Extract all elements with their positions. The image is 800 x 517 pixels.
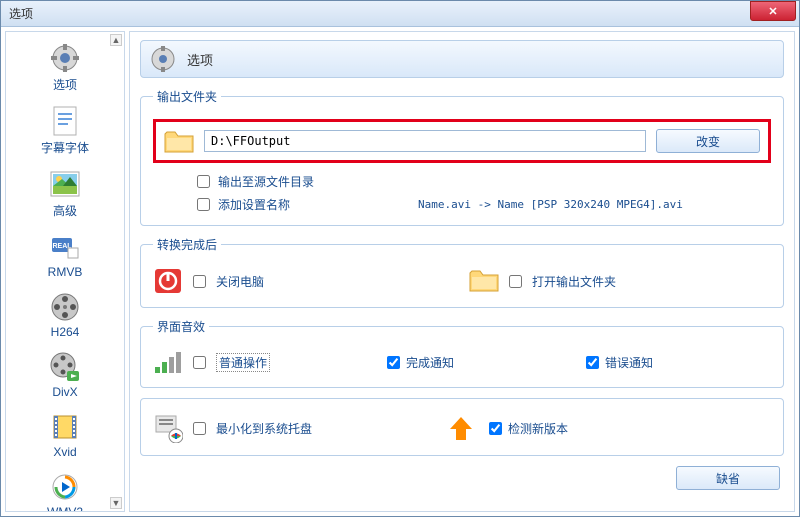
after-row: 关闭电脑 打开输出文件夹: [153, 267, 771, 295]
label-output-source: 输出至源文件目录: [218, 173, 314, 190]
film-reel-green-icon: [49, 351, 81, 383]
scroll-up-icon[interactable]: ▲: [110, 34, 122, 46]
sidebar-item-label: DivX: [52, 385, 77, 399]
row-output-source: 输出至源文件目录: [197, 173, 771, 190]
folder-icon: [164, 128, 194, 154]
output-path-highlight: 改变: [153, 119, 771, 163]
sidebar-item-label: WMV2: [47, 505, 83, 511]
sidebar-item-label: 高级: [53, 202, 77, 219]
sound-row: 普通操作 完成通知 错误通知: [153, 349, 771, 375]
client-area: ▲ 选项 字幕字体 高级: [1, 27, 799, 516]
options-icon: [49, 42, 81, 74]
signal-bars-icon: [153, 349, 183, 375]
change-button[interactable]: 改变: [656, 129, 760, 153]
power-icon: [153, 267, 183, 295]
sidebar-item-label: 选项: [53, 76, 77, 93]
after-legend: 转换完成后: [153, 236, 221, 253]
checkbox-shutdown[interactable]: [193, 275, 206, 288]
sidebar: ▲ 选项 字幕字体 高级: [5, 31, 125, 512]
after-open-folder: 打开输出文件夹: [469, 267, 771, 295]
close-button[interactable]: ✕: [750, 1, 796, 21]
label-done-notify: 完成通知: [406, 354, 454, 371]
sidebar-item-label: Xvid: [53, 445, 76, 459]
arrow-up-icon: [447, 414, 475, 442]
checkbox-minimize-tray[interactable]: [193, 422, 206, 435]
checkbox-output-source[interactable]: [197, 175, 210, 188]
output-folder-group: 输出文件夹 改变 输出至源文件目录 添加设置名称 Name.avi -> Nam…: [140, 88, 784, 226]
sidebar-list: 选项 字幕字体 高级 REAL: [6, 32, 124, 511]
sidebar-item-h264[interactable]: H264: [6, 287, 124, 347]
label-error-notify: 错误通知: [605, 354, 653, 371]
window-title: 选项: [9, 5, 33, 22]
output-legend: 输出文件夹: [153, 88, 221, 105]
sidebar-item-subtitle-font[interactable]: 字幕字体: [6, 101, 124, 164]
sidebar-item-label: RMVB: [48, 265, 83, 279]
tray-min: 最小化到系统托盘: [153, 413, 433, 443]
sidebar-item-options[interactable]: 选项: [6, 38, 124, 101]
sidebar-item-advanced[interactable]: 高级: [6, 164, 124, 227]
default-button[interactable]: 缺省: [676, 466, 780, 490]
misc-group: 最小化到系统托盘 检测新版本: [140, 398, 784, 456]
tray-row: 最小化到系统托盘 检测新版本: [153, 413, 771, 443]
panel-header: 选项: [140, 40, 784, 78]
checkbox-add-preset[interactable]: [197, 198, 210, 211]
checkbox-check-update[interactable]: [489, 422, 502, 435]
document-icon: [49, 105, 81, 137]
after-convert-group: 转换完成后 关闭电脑 打开输出文件夹: [140, 236, 784, 308]
sidebar-item-divx[interactable]: DivX: [6, 347, 124, 407]
sound-legend: 界面音效: [153, 318, 209, 335]
label-add-preset: 添加设置名称: [218, 196, 290, 213]
sound-done-notify: 完成通知: [387, 354, 572, 371]
sound-error-notify: 错误通知: [586, 354, 771, 371]
label-minimize-tray: 最小化到系统托盘: [216, 420, 312, 437]
sound-normal-op: 普通操作: [153, 349, 373, 375]
label-check-update: 检测新版本: [508, 420, 568, 437]
film-reel-icon: [49, 291, 81, 323]
panel-title: 选项: [187, 50, 213, 69]
tray-icon: [153, 413, 183, 443]
update-check: 检测新版本: [489, 420, 568, 437]
label-normal-op: 普通操作: [216, 353, 270, 372]
film-strip-icon: [49, 411, 81, 443]
options-header-icon: [149, 45, 177, 73]
label-open-folder: 打开输出文件夹: [532, 273, 616, 290]
output-path-input[interactable]: [204, 130, 646, 152]
titlebar[interactable]: 选项 ✕: [1, 1, 799, 27]
footer: 缺省: [140, 466, 784, 490]
label-shutdown: 关闭电脑: [216, 273, 264, 290]
sidebar-item-xvid[interactable]: Xvid: [6, 407, 124, 467]
row-add-preset: 添加设置名称 Name.avi -> Name [PSP 320x240 MPE…: [197, 196, 771, 213]
folder-open-icon: [469, 267, 499, 295]
checkbox-open-folder[interactable]: [509, 275, 522, 288]
sidebar-item-rmvb[interactable]: REAL RMVB: [6, 227, 124, 287]
ui-sound-group: 界面音效 普通操作 完成通知 错误通知: [140, 318, 784, 388]
options-window: 选项 ✕ ▲ 选项 字幕字体: [0, 0, 800, 517]
sidebar-item-wmv2[interactable]: WMV2: [6, 467, 124, 511]
picture-icon: [49, 168, 81, 200]
preset-example-text: Name.avi -> Name [PSP 320x240 MPEG4].avi: [418, 198, 683, 211]
main-panel: 选项 输出文件夹 改变 输出至源文件目录 添加设置名称: [129, 31, 795, 512]
scroll-down-icon[interactable]: ▼: [110, 497, 122, 509]
checkbox-done-notify[interactable]: [387, 356, 400, 369]
checkbox-normal-op[interactable]: [193, 356, 206, 369]
real-icon: REAL: [49, 231, 81, 263]
sidebar-item-label: H264: [51, 325, 80, 339]
after-shutdown: 关闭电脑: [153, 267, 455, 295]
sidebar-item-label: 字幕字体: [41, 139, 89, 156]
close-icon: ✕: [768, 5, 777, 18]
wmp-icon: [49, 471, 81, 503]
checkbox-error-notify[interactable]: [586, 356, 599, 369]
